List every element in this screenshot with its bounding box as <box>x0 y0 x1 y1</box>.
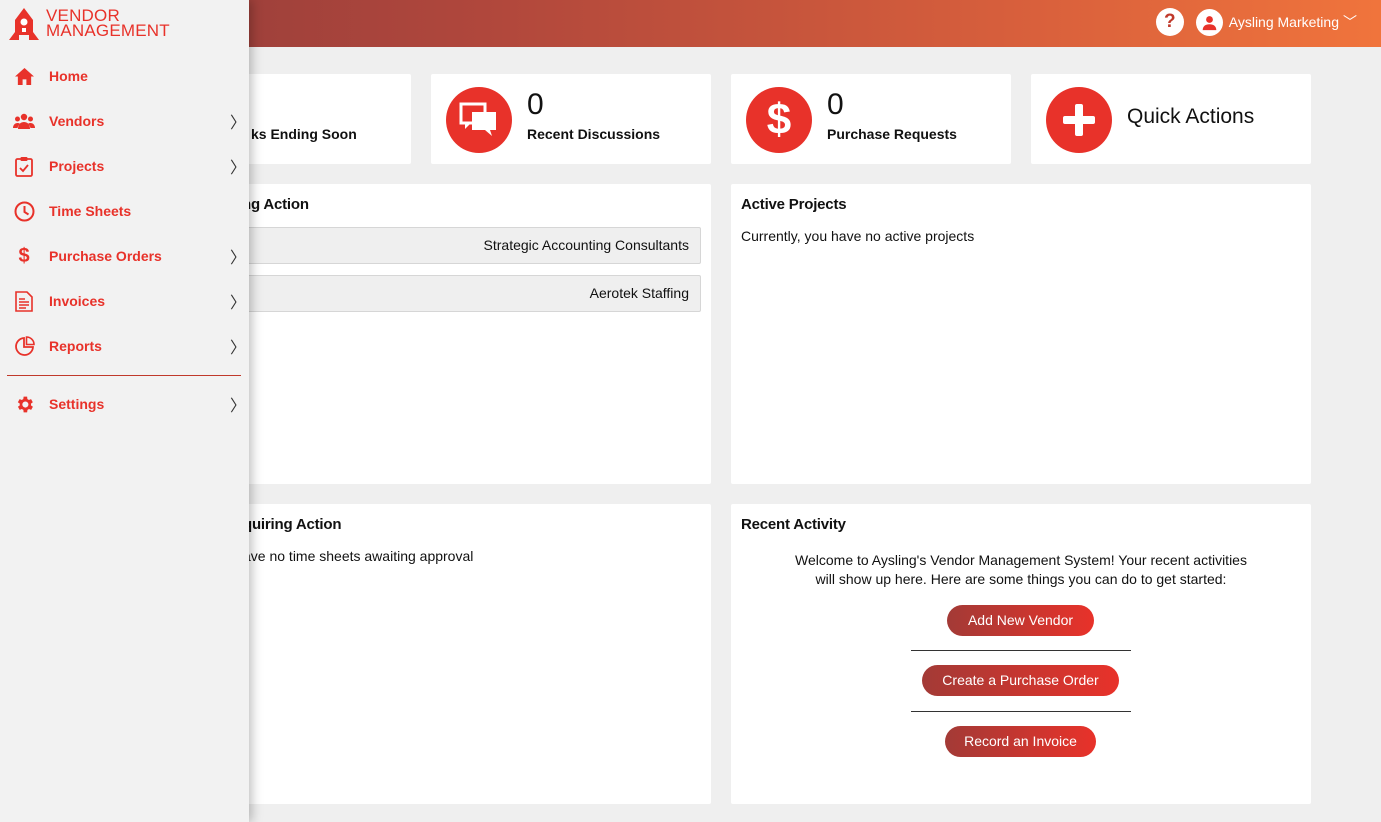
sidebar-item-purchase-orders[interactable]: $ Purchase Orders 〉 <box>0 236 249 276</box>
discussions-count: 0 <box>527 88 544 121</box>
sidebar-item-label: Home <box>49 68 88 84</box>
active-projects-empty-text: Currently, you have no active projects <box>741 228 975 244</box>
help-icon[interactable]: ? <box>1155 8 1184 36</box>
divider <box>911 650 1131 651</box>
rocket-logo-icon <box>9 8 39 40</box>
app-logo[interactable]: VENDOR MANAGEMENT <box>9 7 170 40</box>
welcome-line: Welcome to Aysling's Vendor Management S… <box>795 552 1247 568</box>
clock-icon <box>13 200 35 222</box>
chevron-right-icon: 〉 <box>230 160 247 177</box>
quick-actions-label: Quick Actions <box>1127 105 1255 128</box>
sidebar-item-invoices[interactable]: Invoices 〉 <box>0 281 249 321</box>
quick-actions-card[interactable]: Quick Actions <box>1031 74 1311 164</box>
divider <box>911 711 1131 712</box>
sidebar-item-label: Purchase Orders <box>49 248 162 264</box>
welcome-message: Welcome to Aysling's Vendor Management S… <box>731 551 1311 589</box>
recent-discussions-card[interactable]: 0 Recent Discussions <box>431 74 711 164</box>
active-projects-panel: Active Projects Currently, you have no a… <box>731 184 1311 484</box>
sidebar-item-label: Time Sheets <box>49 203 132 219</box>
discussions-label: Recent Discussions <box>527 126 661 142</box>
invoice-icon <box>13 290 35 312</box>
sidebar-item-label: Vendors <box>49 113 105 129</box>
dollar-icon: $ <box>18 244 30 267</box>
sidebar-item-settings[interactable]: Settings 〉 <box>0 384 249 424</box>
sidebar-item-home[interactable]: Home <box>0 56 249 96</box>
sidebar-item-time-sheets[interactable]: Time Sheets <box>0 191 249 231</box>
tasks-ending-label: ks Ending Soon <box>251 126 357 142</box>
reports-icon <box>13 335 35 357</box>
home-icon <box>13 65 35 87</box>
pending-row[interactable]: Strategic Accounting Consultants <box>200 227 701 264</box>
timesheets-empty-text: ave no time sheets awaiting approval <box>243 548 474 564</box>
active-projects-title: Active Projects <box>741 196 847 213</box>
sidebar-item-projects[interactable]: Projects 〉 <box>0 146 249 186</box>
chevron-right-icon: 〉 <box>230 250 247 267</box>
recent-activity-title: Recent Activity <box>741 516 846 533</box>
recent-activity-panel: Recent Activity Welcome to Aysling's Ven… <box>731 504 1311 804</box>
discussions-icon <box>446 87 512 153</box>
chevron-right-icon: 〉 <box>230 115 247 132</box>
pending-row[interactable]: Aerotek Staffing <box>200 275 701 312</box>
header-user-area: ? Aysling Marketing ﹀ <box>1155 8 1357 36</box>
purchase-requests-count: 0 <box>827 88 844 121</box>
pending-action-title: ng Action <box>242 196 309 213</box>
timesheets-panel: quiring Action ave no time sheets awaiti… <box>200 504 711 804</box>
record-invoice-button[interactable]: Record an Invoice <box>945 726 1096 757</box>
gear-icon <box>13 393 35 415</box>
sidebar-item-vendors[interactable]: Vendors 〉 <box>0 101 249 141</box>
sidebar-item-reports[interactable]: Reports 〉 <box>0 326 249 366</box>
logo-wordmark: VENDOR MANAGEMENT <box>46 7 170 40</box>
clipboard-check-icon <box>13 155 35 177</box>
sidebar-item-label: Reports <box>49 338 102 354</box>
timesheets-title: quiring Action <box>243 516 342 533</box>
chevron-right-icon: 〉 <box>230 398 247 415</box>
sidebar-item-label: Settings <box>49 396 105 412</box>
sidebar: VENDOR MANAGEMENT Home Vendors 〉 Project… <box>0 0 249 822</box>
users-icon <box>13 110 35 132</box>
sidebar-item-label: Invoices <box>49 293 106 309</box>
user-name-menu[interactable]: Aysling Marketing <box>1229 14 1339 30</box>
logo-line: MANAGEMENT <box>46 21 170 40</box>
pending-action-panel: ng Action Strategic Accounting Consultan… <box>200 184 711 484</box>
sidebar-divider <box>7 375 241 376</box>
user-avatar-icon[interactable] <box>1195 8 1223 36</box>
purchase-requests-card[interactable]: $ 0 Purchase Requests <box>731 74 1011 164</box>
chevron-right-icon: 〉 <box>230 340 247 357</box>
add-new-vendor-button[interactable]: Add New Vendor <box>947 605 1094 636</box>
welcome-line: will show up here. Here are some things … <box>815 571 1227 587</box>
chevron-down-icon[interactable]: ﹀ <box>1343 12 1357 32</box>
sidebar-item-label: Projects <box>49 158 105 174</box>
purchase-requests-label: Purchase Requests <box>827 126 957 142</box>
plus-icon <box>1046 87 1112 153</box>
create-purchase-order-button[interactable]: Create a Purchase Order <box>922 665 1119 696</box>
chevron-right-icon: 〉 <box>230 295 247 312</box>
dollar-icon: $ <box>746 87 812 153</box>
